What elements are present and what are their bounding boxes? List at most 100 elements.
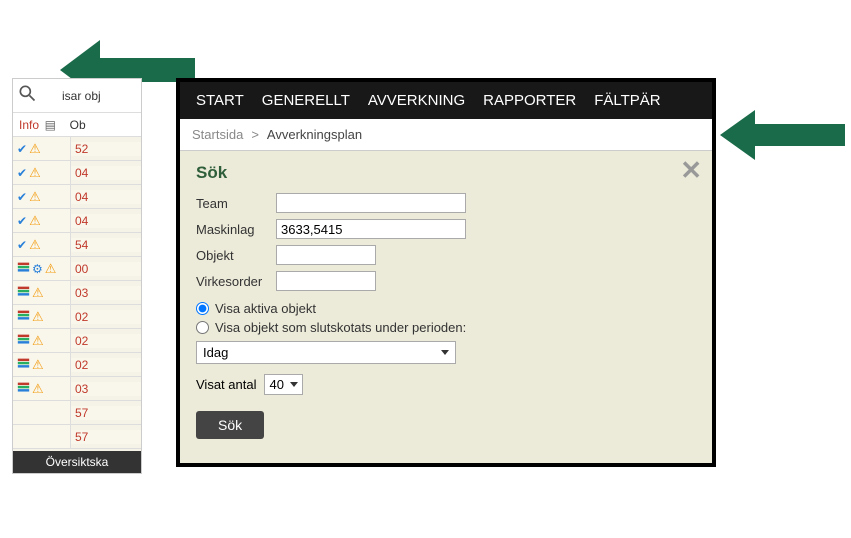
table-row[interactable]: ✔⚠54 bbox=[13, 233, 141, 257]
list-header-row[interactable]: Info ▤ Ob bbox=[13, 113, 141, 137]
table-row[interactable]: ✔⚠04 bbox=[13, 185, 141, 209]
row-icons: ✔⚠ bbox=[13, 233, 71, 256]
row-value[interactable]: 03 bbox=[71, 286, 141, 300]
table-row[interactable]: ⚠ 03 bbox=[13, 377, 141, 401]
overview-map-button[interactable]: Översiktska bbox=[13, 451, 141, 473]
warning-icon: ⚠ bbox=[32, 381, 44, 397]
warning-icon: ⚠ bbox=[32, 357, 44, 373]
search-icon[interactable] bbox=[17, 83, 37, 108]
team-label: Team bbox=[196, 196, 276, 211]
table-row[interactable]: 57 bbox=[13, 401, 141, 425]
search-button[interactable]: Sök bbox=[196, 411, 264, 439]
row-value[interactable]: 52 bbox=[71, 142, 141, 156]
panel-header-text: isar obj bbox=[62, 89, 101, 103]
warning-icon: ⚠ bbox=[29, 141, 41, 157]
search-pane: ✕ Sök Team Maskinlag Objekt Virkesorder … bbox=[180, 151, 712, 463]
objekt-label: Objekt bbox=[196, 248, 276, 263]
table-row[interactable]: ✔⚠52 bbox=[13, 137, 141, 161]
row-value[interactable]: 02 bbox=[71, 310, 141, 324]
radio-active-label: Visa aktiva objekt bbox=[215, 301, 316, 316]
col-header-obj[interactable]: Ob bbox=[70, 118, 86, 132]
radio-period-objects[interactable] bbox=[196, 321, 209, 334]
chevron-down-icon bbox=[290, 382, 298, 387]
col-header-info[interactable]: Info bbox=[19, 118, 39, 132]
object-list-panel: isar obj Info ▤ Ob ✔⚠52✔⚠04✔⚠04✔⚠04✔⚠54⚙… bbox=[12, 78, 142, 474]
row-value[interactable]: 04 bbox=[71, 190, 141, 204]
warning-icon: ⚠ bbox=[45, 261, 57, 277]
table-row[interactable]: ⚙⚠00 bbox=[13, 257, 141, 281]
count-select[interactable]: 40 bbox=[264, 374, 302, 395]
row-value[interactable]: 04 bbox=[71, 214, 141, 228]
period-selected-value: Idag bbox=[203, 345, 228, 360]
warning-icon: ⚠ bbox=[32, 285, 44, 301]
row-icons: ✔⚠ bbox=[13, 137, 71, 160]
count-label: Visat antal bbox=[196, 377, 256, 392]
radio-active-objects[interactable] bbox=[196, 302, 209, 315]
count-value: 40 bbox=[269, 377, 283, 392]
gear-icon: ⚙ bbox=[32, 262, 43, 276]
search-title: Sök bbox=[196, 163, 696, 183]
virkesorder-label: Virkesorder bbox=[196, 274, 276, 289]
nav-generellt[interactable]: GENERELLT bbox=[262, 92, 350, 109]
breadcrumb-current: Avverkningsplan bbox=[267, 127, 362, 142]
nav-rapporter[interactable]: RAPPORTER bbox=[483, 92, 576, 109]
row-value[interactable]: 57 bbox=[71, 430, 141, 444]
row-value[interactable]: 02 bbox=[71, 358, 141, 372]
breadcrumb: Startsida > Avverkningsplan bbox=[180, 119, 712, 151]
breadcrumb-separator: > bbox=[251, 127, 259, 142]
stack-icon bbox=[17, 309, 30, 325]
check-icon: ✔ bbox=[17, 238, 27, 252]
warning-icon: ⚠ bbox=[29, 237, 41, 253]
row-icons: ✔⚠ bbox=[13, 185, 71, 208]
check-icon: ✔ bbox=[17, 142, 27, 156]
row-icons bbox=[13, 401, 71, 424]
table-row[interactable]: ⚠ 03 bbox=[13, 281, 141, 305]
chevron-down-icon bbox=[441, 350, 449, 355]
row-value[interactable]: 04 bbox=[71, 166, 141, 180]
maskinlag-label: Maskinlag bbox=[196, 222, 276, 237]
close-icon[interactable]: ✕ bbox=[680, 155, 702, 186]
row-icons bbox=[13, 425, 71, 448]
warning-icon: ⚠ bbox=[29, 213, 41, 229]
stack-icon bbox=[17, 381, 30, 397]
period-select[interactable]: Idag bbox=[196, 341, 456, 364]
table-row[interactable]: ⚠ 02 bbox=[13, 305, 141, 329]
nav-start[interactable]: START bbox=[196, 92, 244, 109]
row-value[interactable]: 03 bbox=[71, 382, 141, 396]
row-icons: ⚠ bbox=[13, 305, 71, 328]
table-row[interactable]: ✔⚠04 bbox=[13, 161, 141, 185]
row-value[interactable]: 54 bbox=[71, 238, 141, 252]
warning-icon: ⚠ bbox=[32, 309, 44, 325]
nav-faltpar[interactable]: FÄLTPÄR bbox=[594, 92, 660, 109]
virkesorder-input[interactable] bbox=[276, 271, 376, 291]
table-row[interactable]: ✔⚠ 04 bbox=[13, 209, 141, 233]
check-icon: ✔ bbox=[17, 166, 27, 180]
row-value[interactable]: 00 bbox=[71, 262, 141, 276]
row-value[interactable]: 57 bbox=[71, 406, 141, 420]
objekt-input[interactable] bbox=[276, 245, 376, 265]
maskinlag-input[interactable] bbox=[276, 219, 466, 239]
nav-avverkning[interactable]: AVVERKNING bbox=[368, 92, 465, 109]
check-icon: ✔ bbox=[17, 190, 27, 204]
row-value[interactable]: 02 bbox=[71, 334, 141, 348]
stack-icon bbox=[17, 357, 30, 373]
row-icons: ⚙⚠ bbox=[13, 257, 71, 280]
row-icons: ⚠ bbox=[13, 329, 71, 352]
row-icons: ⚠ bbox=[13, 281, 71, 304]
warning-icon: ⚠ bbox=[29, 189, 41, 205]
table-row[interactable]: ⚠02 bbox=[13, 329, 141, 353]
warning-icon: ⚠ bbox=[29, 165, 41, 181]
row-icons: ✔⚠ bbox=[13, 161, 71, 184]
top-nav: START GENERELLT AVVERKNING RAPPORTER FÄL… bbox=[180, 82, 712, 119]
table-row[interactable]: ⚠ 02 bbox=[13, 353, 141, 377]
stack-icon bbox=[17, 261, 30, 277]
radio-period-label: Visa objekt som slutskotats under period… bbox=[215, 320, 466, 335]
table-row[interactable]: 57 bbox=[13, 425, 141, 449]
search-modal: START GENERELLT AVVERKNING RAPPORTER FÄL… bbox=[176, 78, 716, 467]
check-icon: ✔ bbox=[17, 214, 27, 228]
team-input[interactable] bbox=[276, 193, 466, 213]
sort-icon[interactable]: ▤ bbox=[45, 118, 56, 132]
breadcrumb-start[interactable]: Startsida bbox=[192, 127, 243, 142]
stack-icon bbox=[17, 285, 30, 301]
stack-icon bbox=[17, 333, 30, 349]
